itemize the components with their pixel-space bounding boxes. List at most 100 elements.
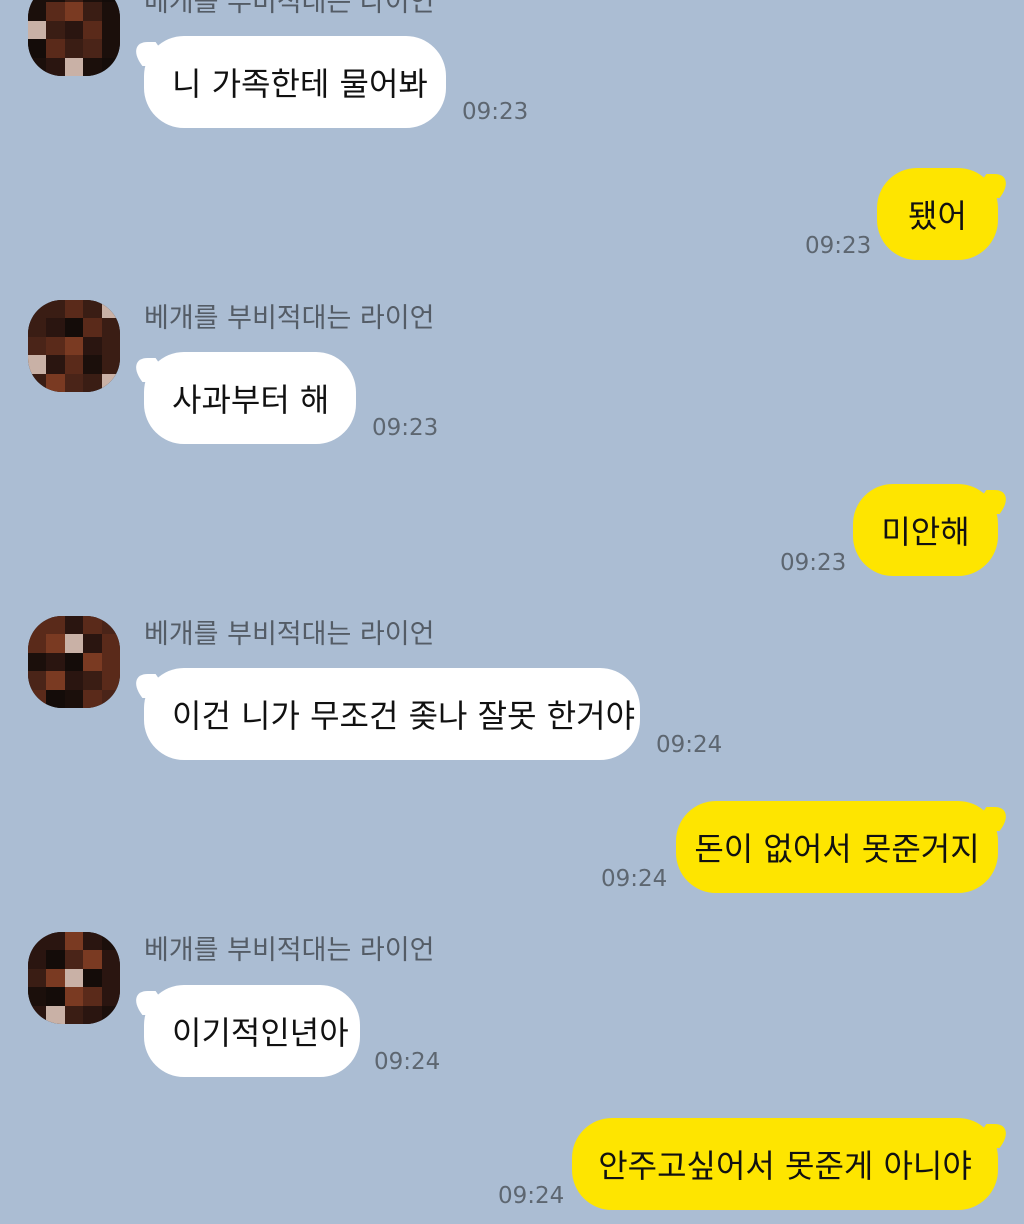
avatar-pixel	[83, 318, 102, 337]
sender-name: 베개를 부비적대는 라이언	[144, 619, 435, 650]
avatar-pixel	[46, 950, 65, 969]
avatar-pixel	[101, 373, 120, 392]
avatar-pixel	[46, 616, 65, 635]
sender-name: 베개를 부비적대는 라이언	[144, 303, 435, 334]
avatar-pixel	[83, 57, 102, 76]
avatar-pixel	[28, 950, 47, 969]
avatar-pixel	[101, 318, 120, 337]
chat-area[interactable]: 베개를 부비적대는 라이언 니 가족한테 물어봐 09:23 됐어 09:23 …	[0, 0, 1024, 1224]
avatar-pixel	[46, 968, 65, 988]
avatar-pixel	[28, 634, 47, 653]
avatar-pixel	[83, 39, 102, 58]
avatar-pixel	[64, 318, 84, 337]
avatar-pixel	[28, 2, 47, 21]
avatar-pixel	[101, 932, 120, 951]
avatar-pixel	[64, 634, 84, 653]
avatar-pixel	[83, 634, 102, 653]
avatar-pixel	[28, 300, 47, 319]
avatar-pixel	[64, 39, 84, 58]
avatar-pixel	[28, 57, 47, 76]
avatar-pixel	[83, 671, 102, 690]
avatar-pixel	[28, 1005, 47, 1024]
avatar-pixel	[101, 39, 120, 58]
avatar-pixel	[28, 318, 47, 337]
avatar-pixel	[46, 671, 65, 690]
avatar-pixel	[83, 336, 102, 356]
message-time: 09:23	[462, 99, 529, 125]
avatar-pixel	[46, 39, 65, 58]
avatar-pixel	[46, 932, 65, 951]
avatar-pixel	[64, 671, 84, 690]
avatar[interactable]	[28, 300, 120, 392]
avatar-pixel	[83, 950, 102, 969]
avatar-pixel	[64, 355, 84, 374]
incoming-message-bubble[interactable]: 사과부터 해	[144, 352, 356, 444]
outgoing-message-bubble[interactable]: 미안해	[853, 484, 998, 576]
incoming-message-bubble[interactable]: 이건 니가 무조건 좆나 잘못 한거야	[144, 668, 640, 760]
avatar-pixel	[64, 300, 84, 319]
avatar-pixel	[101, 1005, 120, 1024]
avatar-pixel	[83, 20, 102, 40]
avatar-pixel	[101, 2, 120, 21]
message-time: 09:24	[601, 866, 668, 892]
avatar-pixel	[46, 355, 65, 374]
avatar-pixel	[101, 671, 120, 690]
avatar-pixel	[46, 2, 65, 21]
message-time: 09:23	[805, 233, 872, 259]
avatar[interactable]	[28, 616, 120, 708]
avatar-pixel	[46, 634, 65, 653]
avatar-pixel	[83, 355, 102, 374]
incoming-message-bubble[interactable]: 이기적인년아	[144, 985, 360, 1077]
avatar[interactable]	[28, 0, 120, 76]
avatar-pixel	[46, 57, 65, 76]
avatar-pixel	[101, 336, 120, 356]
avatar-pixel	[46, 689, 65, 708]
incoming-message-bubble[interactable]: 니 가족한테 물어봐	[144, 36, 446, 128]
avatar-pixel	[83, 987, 102, 1006]
avatar-pixel	[64, 373, 84, 392]
outgoing-message-bubble[interactable]: 됐어	[877, 168, 998, 260]
avatar-pixel	[83, 689, 102, 708]
avatar-pixel	[28, 652, 47, 672]
avatar[interactable]	[28, 932, 120, 1024]
outgoing-message-bubble[interactable]: 돈이 없어서 못준거지	[676, 801, 998, 893]
avatar-pixel	[64, 932, 84, 951]
avatar-pixel	[64, 950, 84, 969]
avatar-pixel	[101, 616, 120, 635]
sender-name: 베개를 부비적대는 라이언	[144, 935, 435, 966]
avatar-pixel	[101, 950, 120, 969]
avatar-pixel	[28, 987, 47, 1006]
avatar-pixel	[64, 652, 84, 672]
outgoing-message-bubble[interactable]: 안주고싶어서 못준게 아니야	[572, 1118, 998, 1210]
avatar-pixel	[83, 652, 102, 672]
avatar-pixel	[64, 20, 84, 40]
avatar-pixel	[101, 689, 120, 708]
avatar-pixel	[28, 968, 47, 988]
sender-name: 베개를 부비적대는 라이언	[144, 0, 435, 18]
avatar-pixel	[64, 1005, 84, 1024]
avatar-pixel	[101, 968, 120, 988]
avatar-pixel	[83, 932, 102, 951]
avatar-pixel	[64, 57, 84, 76]
message-time: 09:23	[780, 550, 847, 576]
message-time: 09:24	[656, 732, 723, 758]
avatar-pixel	[83, 968, 102, 988]
avatar-pixel	[83, 300, 102, 319]
avatar-pixel	[83, 373, 102, 392]
avatar-pixel	[46, 1005, 65, 1024]
avatar-pixel	[28, 689, 47, 708]
avatar-pixel	[101, 57, 120, 76]
avatar-pixel	[46, 300, 65, 319]
avatar-pixel	[101, 652, 120, 672]
avatar-pixel	[101, 20, 120, 40]
avatar-pixel	[64, 336, 84, 356]
avatar-pixel	[46, 336, 65, 356]
avatar-pixel	[28, 355, 47, 374]
avatar-pixel	[28, 671, 47, 690]
avatar-pixel	[28, 932, 47, 951]
avatar-pixel	[64, 616, 84, 635]
avatar-pixel	[83, 616, 102, 635]
avatar-pixel	[46, 373, 65, 392]
avatar-pixel	[28, 336, 47, 356]
avatar-pixel	[28, 39, 47, 58]
